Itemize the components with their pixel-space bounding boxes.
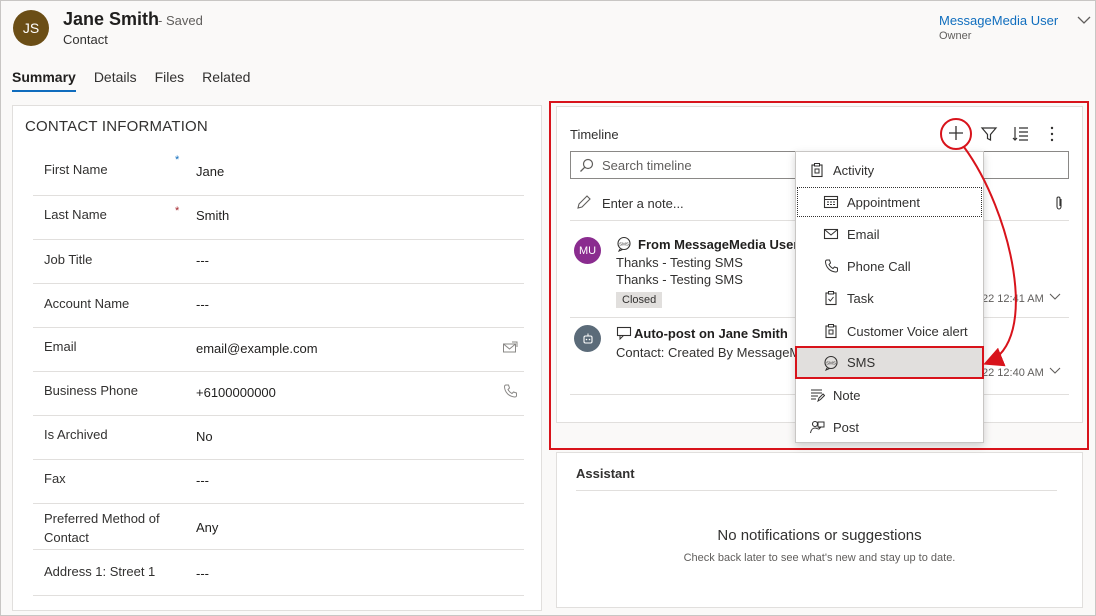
mail-icon: [823, 228, 839, 240]
field-label: Is Archived: [44, 427, 108, 442]
app-frame: JS Jane Smith - Saved Contact MessageMed…: [0, 0, 1096, 616]
menu-item-post[interactable]: Post: [796, 411, 983, 443]
field-value[interactable]: ---: [196, 253, 209, 268]
field-is-archived[interactable]: Is Archived No: [33, 416, 524, 460]
menu-item-phone-call[interactable]: Phone Call: [796, 250, 983, 282]
tab-files[interactable]: Files: [155, 69, 185, 92]
field-label: Job Title: [44, 252, 93, 267]
section-title: CONTACT INFORMATION: [25, 118, 208, 135]
record-title: Jane Smith: [63, 9, 160, 29]
phone-icon: [824, 259, 838, 273]
menu-item-label: Task: [847, 290, 874, 306]
assistant-empty-subtitle: Check back later to see what's new and s…: [683, 552, 956, 564]
required-marker: *: [175, 205, 180, 217]
clipboard-icon: [825, 324, 837, 339]
clipboard-icon: [811, 163, 823, 178]
field-label: Account Name: [44, 296, 130, 311]
menu-item-label: Post: [833, 419, 860, 435]
chevron-down-icon[interactable]: [1076, 13, 1092, 27]
tab-details[interactable]: Details: [94, 69, 137, 92]
tab-summary[interactable]: Summary: [12, 69, 76, 92]
field-value[interactable]: Jane: [196, 164, 224, 179]
field-label: Preferred Method of Contact: [44, 511, 160, 545]
save-status: - Saved: [158, 13, 203, 28]
avatar: JS: [13, 10, 49, 46]
avatar-initials: JS: [22, 20, 40, 36]
assistant-title: Assistant: [576, 466, 635, 481]
field-value[interactable]: ---: [196, 566, 209, 581]
menu-item-label: SMS: [847, 355, 876, 370]
menu-item-label: Activity: [833, 162, 875, 178]
assistant-divider: [576, 490, 1057, 491]
field-account-name[interactable]: Account Name ---: [33, 284, 524, 328]
field-value[interactable]: ---: [196, 297, 209, 312]
menu-item-label: Appointment: [847, 194, 920, 210]
assistant-card: Assistant No notifications or suggestion…: [556, 452, 1083, 608]
menu-item-email[interactable]: Email: [796, 218, 983, 250]
menu-item-label: Email: [847, 226, 880, 242]
menu-item-task[interactable]: Task: [796, 282, 983, 314]
field-value[interactable]: Any: [196, 520, 218, 535]
menu-item-label: Customer Voice alert: [847, 323, 968, 339]
field-fax[interactable]: Fax ---: [33, 460, 524, 504]
field-label: Address 1: Street 1: [44, 564, 156, 579]
assistant-empty-title: No notifications or suggestions: [717, 527, 922, 544]
field-value[interactable]: No: [196, 429, 213, 444]
phone-icon[interactable]: [502, 383, 518, 399]
field-label: Fax: [44, 471, 66, 486]
field-address-street-1[interactable]: Address 1: Street 1 ---: [33, 550, 524, 596]
calendar-icon: [823, 195, 839, 209]
svg-text:SMS: SMS: [826, 360, 836, 365]
field-job-title[interactable]: Job Title ---: [33, 240, 524, 284]
owner-link[interactable]: MessageMedia User: [939, 13, 1058, 28]
new-activity-menu: Activity Appointment Email Phone Call Ta…: [795, 151, 984, 443]
field-value[interactable]: Smith: [196, 208, 229, 223]
menu-item-appointment[interactable]: Appointment: [796, 186, 983, 218]
field-label: Email: [44, 339, 77, 354]
menu-item-customer-voice-alert[interactable]: Customer Voice alert: [796, 315, 983, 347]
email-compose-icon[interactable]: [502, 340, 518, 356]
field-value[interactable]: +6100000000: [196, 385, 276, 400]
entity-type: Contact: [63, 32, 108, 47]
note-icon: [811, 389, 825, 403]
field-first-name[interactable]: First Name * Jane: [33, 146, 524, 196]
menu-item-sms[interactable]: SMS SMS: [795, 346, 984, 379]
post-icon: [810, 420, 825, 434]
tab-bar: Summary Details Files Related: [12, 69, 268, 92]
menu-item-label: Phone Call: [847, 258, 911, 274]
sms-icon: SMS: [824, 355, 838, 371]
menu-item-activity[interactable]: Activity: [796, 154, 983, 186]
field-preferred-method[interactable]: Preferred Method of Contact Any: [33, 504, 524, 550]
field-value[interactable]: email@example.com: [196, 341, 318, 356]
field-value[interactable]: ---: [196, 473, 209, 488]
field-email[interactable]: Email email@example.com: [33, 328, 524, 372]
menu-item-note[interactable]: Note: [796, 379, 983, 411]
field-last-name[interactable]: Last Name * Smith: [33, 196, 524, 240]
menu-item-label: Note: [833, 387, 861, 403]
field-label: Last Name: [44, 207, 107, 222]
field-label: Business Phone: [44, 383, 138, 398]
task-icon: [825, 291, 837, 306]
field-business-phone[interactable]: Business Phone +6100000000: [33, 372, 524, 416]
field-label: First Name: [44, 162, 108, 177]
tab-related[interactable]: Related: [202, 69, 250, 92]
recommended-marker: *: [175, 154, 180, 166]
contact-information-section: CONTACT INFORMATION First Name * Jane La…: [12, 105, 542, 611]
owner-label: Owner: [939, 30, 972, 42]
